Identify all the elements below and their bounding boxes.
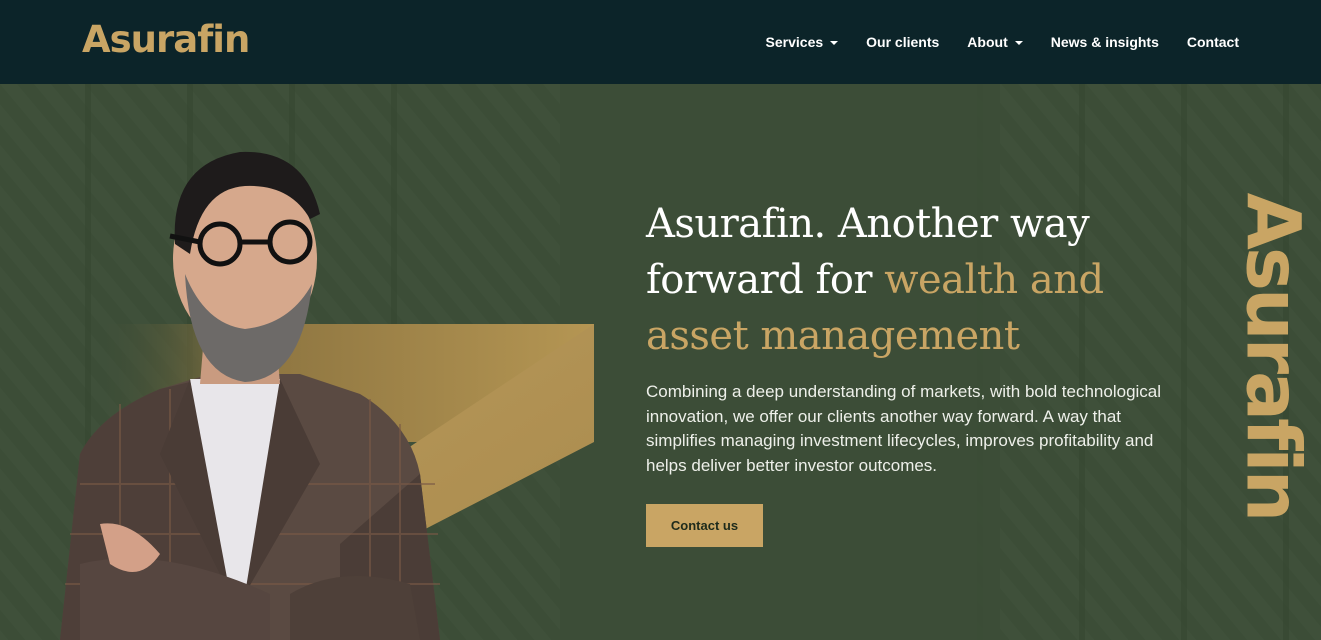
nav-item-label: Services bbox=[765, 34, 824, 50]
nav-item-about[interactable]: About bbox=[967, 34, 1023, 50]
contact-us-button[interactable]: Contact us bbox=[646, 504, 763, 547]
hero-section: Asurafin. Another way forward for wealth… bbox=[0, 84, 1321, 640]
main-nav: Services Our clients About News & insigh… bbox=[766, 0, 1239, 84]
vertical-logo-text: Asurafin bbox=[1229, 192, 1316, 520]
nav-item-label: Our clients bbox=[866, 34, 940, 50]
hero-headline: Asurafin. Another way forward for wealth… bbox=[646, 196, 1166, 364]
nav-item-label: Contact bbox=[1186, 34, 1239, 50]
vertical-brand-logo: Asurafin bbox=[1229, 193, 1315, 520]
chevron-down-icon bbox=[830, 40, 839, 45]
site-header: Asurafin Services Our clients About News… bbox=[0, 0, 1321, 84]
chevron-down-icon bbox=[1014, 40, 1023, 45]
nav-item-news-insights[interactable]: News & insights bbox=[1051, 34, 1159, 50]
nav-item-contact[interactable]: Contact bbox=[1187, 34, 1239, 50]
nav-item-services[interactable]: Services bbox=[766, 34, 839, 50]
hero-portrait-image bbox=[60, 151, 440, 640]
nav-item-label: News & insights bbox=[1050, 34, 1159, 50]
hero-description: Combining a deep understanding of market… bbox=[646, 382, 1162, 475]
site-logo[interactable]: Asurafin bbox=[82, 18, 250, 61]
nav-item-our-clients[interactable]: Our clients bbox=[866, 34, 939, 50]
nav-item-label: About bbox=[967, 34, 1008, 50]
